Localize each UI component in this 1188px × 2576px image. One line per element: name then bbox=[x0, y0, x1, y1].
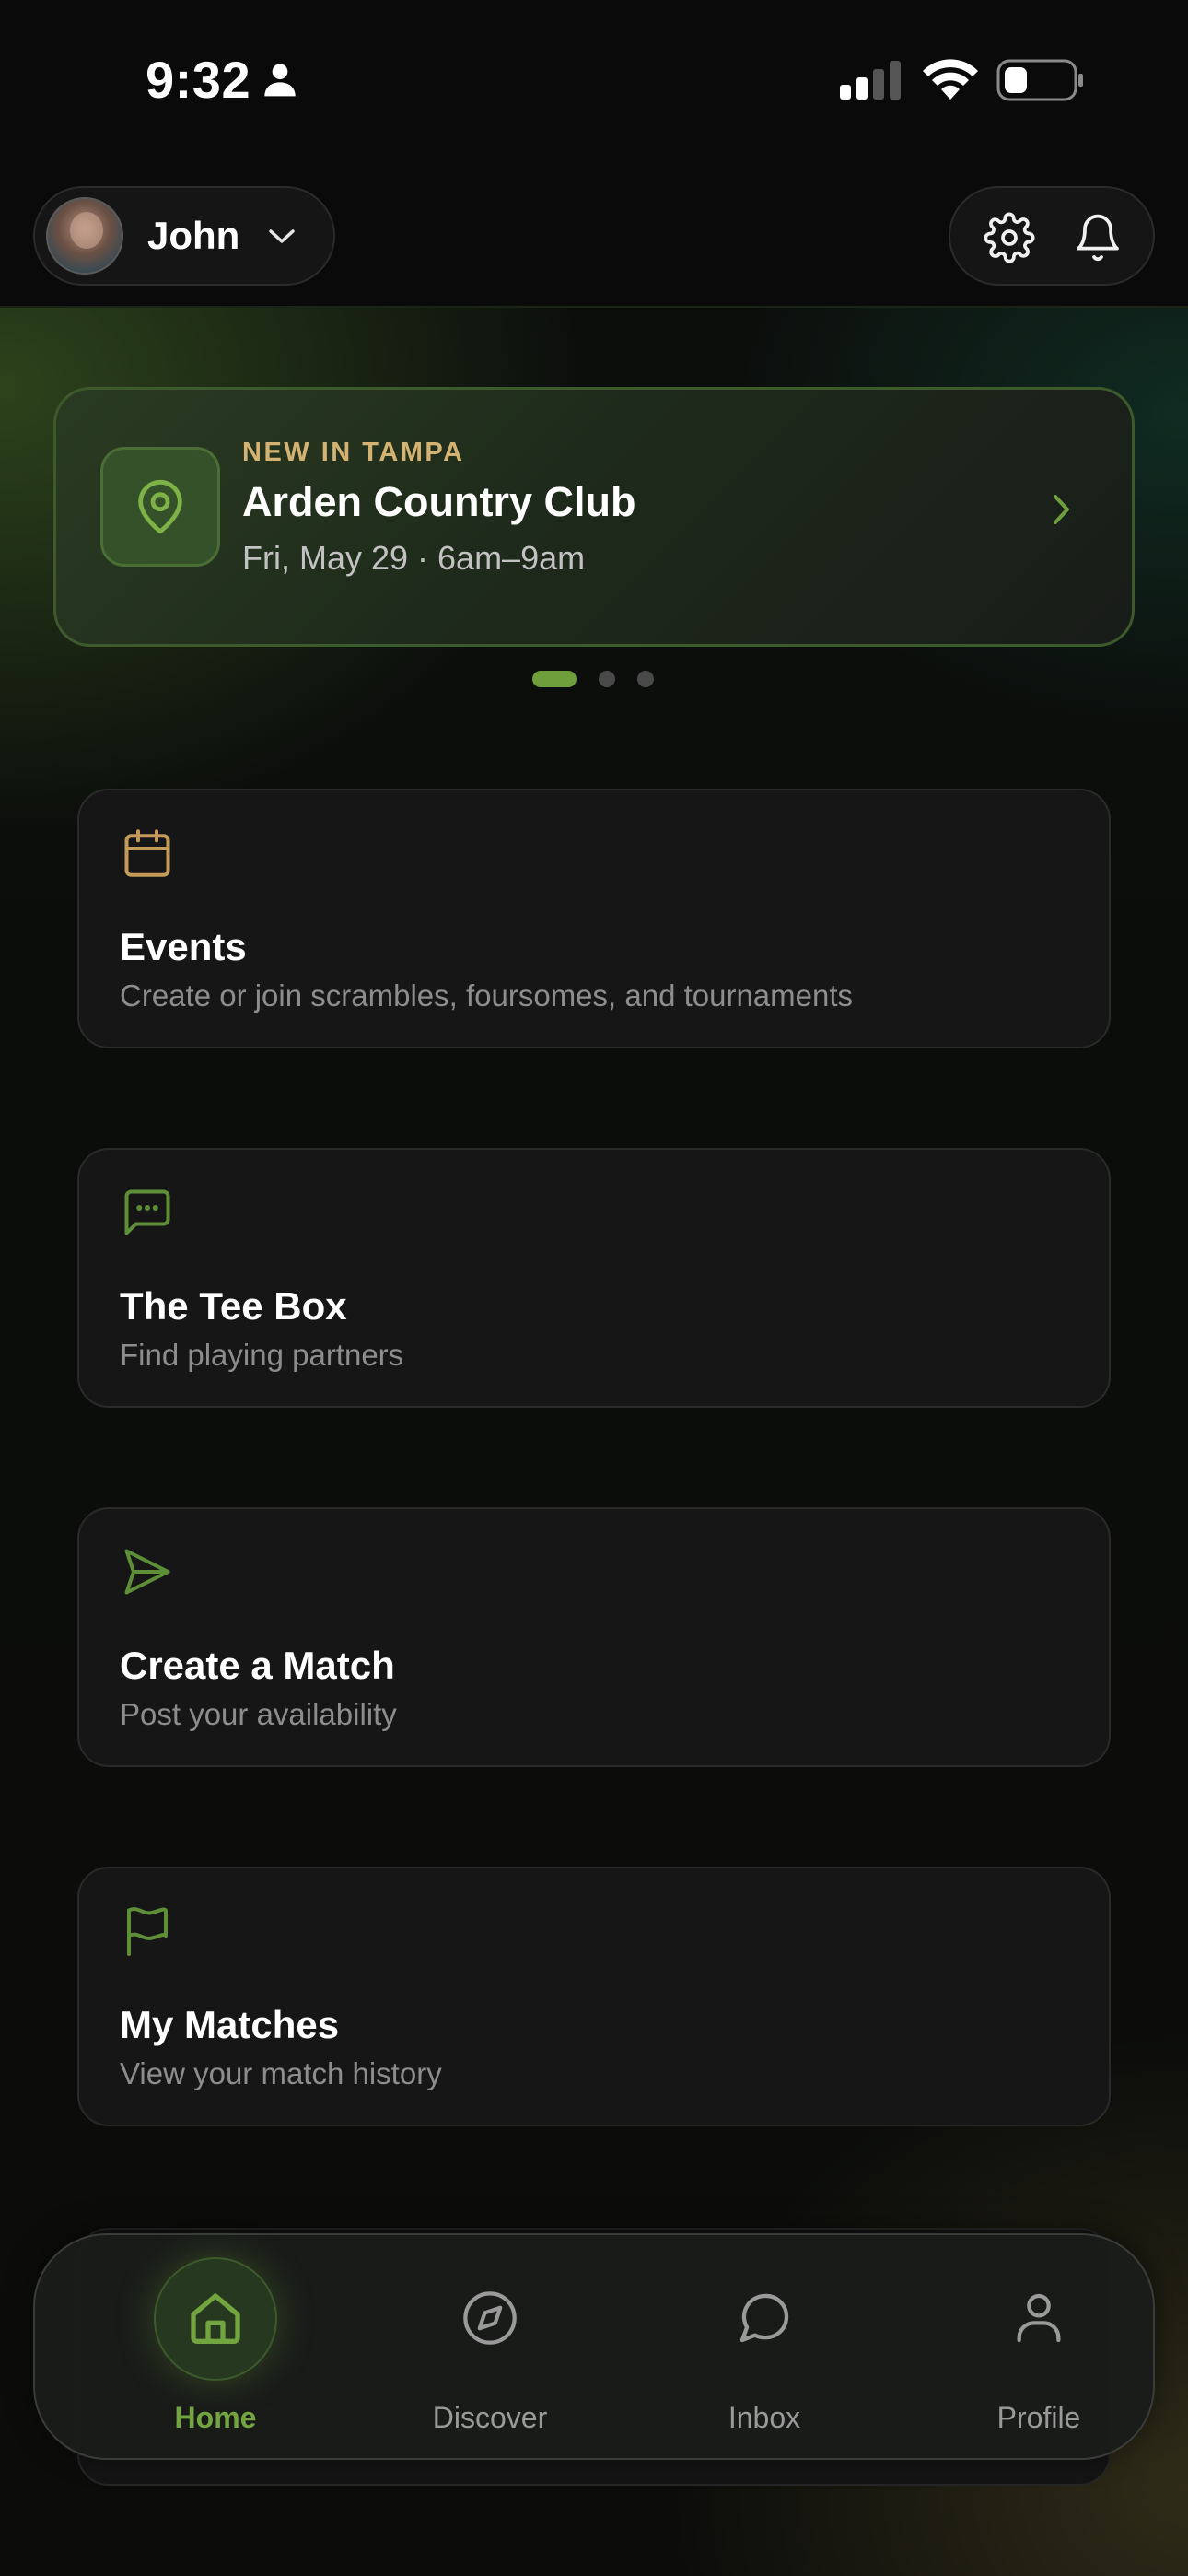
tee-box-card[interactable]: The Tee Box Find playing partners bbox=[77, 1148, 1111, 1408]
tab-profile[interactable]: Profile bbox=[901, 2235, 1177, 2462]
card-title: Create a Match bbox=[120, 1644, 395, 1687]
card-subtitle: View your match history bbox=[120, 2056, 442, 2090]
gear-icon[interactable] bbox=[984, 212, 1035, 268]
message-icon bbox=[735, 2289, 794, 2352]
account-switcher-button[interactable]: John bbox=[33, 186, 335, 286]
person-icon bbox=[1009, 2289, 1068, 2352]
send-icon bbox=[120, 1544, 175, 1604]
card-title: My Matches bbox=[120, 2003, 340, 2046]
promo-subtitle: Fri, May 29 · 6am–9am bbox=[242, 539, 586, 577]
my-matches-card[interactable]: My Matches View your match history bbox=[77, 1867, 1111, 2126]
chevron-down-icon bbox=[267, 228, 297, 251]
bell-icon[interactable] bbox=[1072, 212, 1124, 268]
cellular-signal-icon bbox=[840, 61, 904, 104]
status-time: 9:32 bbox=[146, 51, 251, 109]
promo-kicker: NEW IN TAMPA bbox=[242, 438, 465, 467]
tab-label: Home bbox=[174, 2401, 257, 2434]
card-subtitle: Post your availability bbox=[120, 1697, 397, 1731]
header-actions bbox=[949, 186, 1155, 286]
avatar bbox=[46, 197, 123, 275]
battery-icon bbox=[996, 59, 1085, 106]
tab-label: Discover bbox=[432, 2401, 548, 2434]
tab-home[interactable]: Home bbox=[77, 2235, 354, 2462]
promo-title: Arden Country Club bbox=[242, 478, 636, 525]
home-icon bbox=[186, 2289, 245, 2352]
promo-card[interactable]: NEW IN TAMPA Arden Country Club Fri, May… bbox=[53, 387, 1135, 647]
tab-discover[interactable]: Discover bbox=[352, 2235, 628, 2462]
user-name: John bbox=[147, 214, 240, 257]
chevron-right-icon bbox=[1051, 491, 1073, 533]
events-card[interactable]: Events Create or join scrambles, foursom… bbox=[77, 789, 1111, 1048]
compass-icon bbox=[460, 2289, 519, 2352]
card-title: Events bbox=[120, 925, 247, 968]
flag-icon bbox=[120, 1903, 175, 1963]
tab-label: Inbox bbox=[728, 2401, 801, 2434]
tab-label: Profile bbox=[996, 2401, 1081, 2434]
create-match-card[interactable]: Create a Match Post your availability bbox=[77, 1507, 1111, 1767]
carousel-indicator bbox=[532, 671, 654, 687]
carousel-dot-active[interactable] bbox=[532, 671, 577, 687]
card-subtitle: Find playing partners bbox=[120, 1338, 404, 1372]
calendar-icon bbox=[120, 825, 175, 885]
wifi-icon bbox=[921, 57, 980, 104]
carousel-dot[interactable] bbox=[599, 671, 615, 687]
carousel-dot[interactable] bbox=[637, 671, 654, 687]
tab-bar: Home Discover Inbox Profile bbox=[33, 2233, 1155, 2460]
tab-inbox[interactable]: Inbox bbox=[626, 2235, 903, 2462]
card-subtitle: Create or join scrambles, foursomes, and… bbox=[120, 978, 854, 1013]
location-pin-icon bbox=[100, 447, 220, 567]
person-icon bbox=[262, 61, 298, 102]
card-title: The Tee Box bbox=[120, 1284, 347, 1328]
chat-bubble-icon bbox=[120, 1185, 175, 1245]
